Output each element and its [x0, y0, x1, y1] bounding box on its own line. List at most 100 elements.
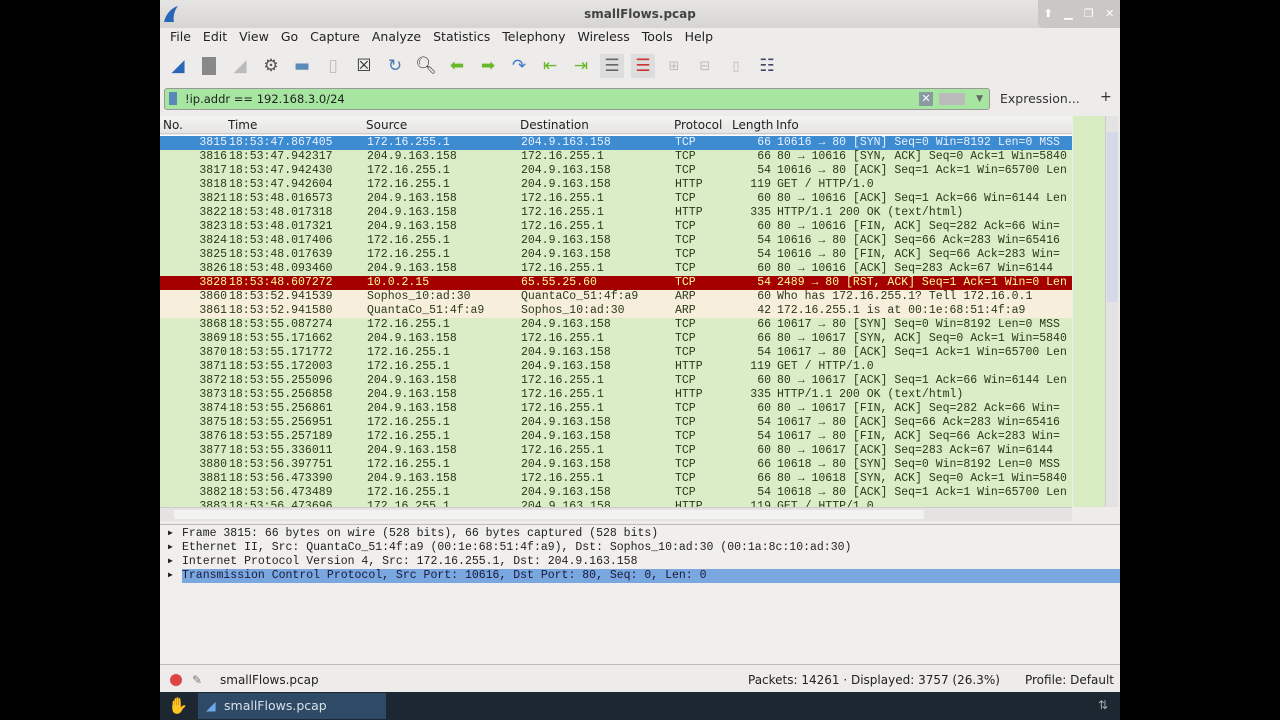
- packet-row[interactable]: 3818 18:53:47.942604 172.16.255.1 204.9.163…: [160, 178, 1072, 192]
- colorize-icon[interactable]: ☰: [631, 54, 655, 78]
- keep-above-icon[interactable]: ⬆: [1044, 0, 1053, 28]
- packet-row[interactable]: 3823 18:53:48.017321 204.9.163.158 172.16.2…: [160, 220, 1072, 234]
- column-header-destination[interactable]: Destination: [520, 116, 589, 134]
- packet-row[interactable]: 3860 18:53:52.941539 Sophos_10:ad:30 Quanta…: [160, 290, 1072, 304]
- start-capture-icon[interactable]: ◢: [166, 54, 190, 78]
- packet-row[interactable]: 3873 18:53:55.256858 204.9.163.158 172.16.2…: [160, 388, 1072, 402]
- menu-statistics[interactable]: Statistics: [427, 28, 496, 48]
- zoom-out-icon[interactable]: ⊟: [693, 54, 717, 78]
- packet-row[interactable]: 3869 18:53:55.171662 204.9.163.158 172.16.2…: [160, 332, 1072, 346]
- close-icon[interactable]: ✕: [1105, 0, 1114, 28]
- packet-row[interactable]: 3822 18:53:48.017318 204.9.163.158 172.16.2…: [160, 206, 1072, 220]
- capture-comment-icon[interactable]: ✎: [192, 668, 202, 692]
- first-packet-icon[interactable]: ⇤: [538, 54, 562, 78]
- packet-destination: 172.16.255.1: [521, 206, 604, 219]
- column-header-source[interactable]: Source: [366, 116, 407, 134]
- menu-telephony[interactable]: Telephony: [496, 28, 571, 48]
- open-file-icon[interactable]: ▬: [290, 54, 314, 78]
- menu-analyze[interactable]: Analyze: [366, 28, 427, 48]
- packet-list[interactable]: 3815 18:53:47.867405 172.16.255.1 204.9.163…: [160, 135, 1072, 507]
- packet-list-vertical-scrollbar[interactable]: [1105, 116, 1118, 507]
- menu-file[interactable]: File: [164, 28, 197, 48]
- packet-destination: 172.16.255.1: [521, 374, 604, 387]
- packet-row[interactable]: 3816 18:53:47.942317 204.9.163.158 172.16.2…: [160, 150, 1072, 164]
- expand-arrow-icon[interactable]: ▶: [168, 555, 173, 569]
- reload-file-icon[interactable]: ↻: [383, 54, 407, 78]
- column-header-length[interactable]: Length: [732, 116, 773, 134]
- network-icon[interactable]: ⇅: [1098, 698, 1108, 712]
- detail-tree-item[interactable]: ▶ Transmission Control Protocol, Src Port…: [160, 569, 1120, 583]
- packet-details-pane[interactable]: ▶ Frame 3815: 66 bytes on wire (528 bits)…: [160, 524, 1120, 665]
- menu-capture[interactable]: Capture: [304, 28, 366, 48]
- packet-row[interactable]: 3828 18:53:48.607272 10.0.2.15 65.55.25.60 T…: [160, 276, 1072, 290]
- maximize-icon[interactable]: ❐: [1084, 0, 1094, 28]
- expand-arrow-icon[interactable]: ▶: [168, 527, 173, 541]
- expand-arrow-icon[interactable]: ▶: [168, 541, 173, 555]
- taskbar-window-button[interactable]: ◢ smallFlows.pcap: [198, 693, 386, 719]
- normal-size-icon[interactable]: ▯: [724, 54, 748, 78]
- packet-row[interactable]: 3883 18:53:56.473696 172.16.255.1 204.9.163…: [160, 500, 1072, 507]
- menu-tools[interactable]: Tools: [636, 28, 679, 48]
- column-header-protocol[interactable]: Protocol: [674, 116, 722, 134]
- add-filter-button[interactable]: +: [1100, 89, 1112, 105]
- packet-row[interactable]: 3825 18:53:48.017639 172.16.255.1 204.9.163…: [160, 248, 1072, 262]
- packet-row[interactable]: 3815 18:53:47.867405 172.16.255.1 204.9.163…: [160, 136, 1072, 150]
- packet-row[interactable]: 3872 18:53:55.255096 204.9.163.158 172.16.2…: [160, 374, 1072, 388]
- close-file-icon[interactable]: ☒: [352, 54, 376, 78]
- minimize-icon[interactable]: ▁: [1064, 0, 1072, 28]
- resize-columns-icon[interactable]: ☷: [755, 54, 779, 78]
- packet-row[interactable]: 3877 18:53:55.336011 204.9.163.158 172.16.2…: [160, 444, 1072, 458]
- column-header-time[interactable]: Time: [228, 116, 257, 134]
- packet-info: 10617 → 80 [SYN] Seq=0 Win=8192 Len=0 MS…: [777, 318, 1060, 331]
- column-header-info[interactable]: Info: [776, 116, 799, 134]
- packet-row[interactable]: 3880 18:53:56.397751 172.16.255.1 204.9.163…: [160, 458, 1072, 472]
- menu-edit[interactable]: Edit: [197, 28, 233, 48]
- packet-row[interactable]: 3826 18:53:48.093460 204.9.163.158 172.16.2…: [160, 262, 1072, 276]
- menu-go[interactable]: Go: [275, 28, 304, 48]
- expand-arrow-icon[interactable]: ▶: [168, 569, 173, 583]
- packet-minimap[interactable]: [1073, 116, 1105, 507]
- packet-list-horizontal-scrollbar[interactable]: [160, 507, 1072, 521]
- packet-row[interactable]: 3868 18:53:55.087274 172.16.255.1 204.9.163…: [160, 318, 1072, 332]
- detail-tree-item[interactable]: ▶ Ethernet II, Src: QuantaCo_51:4f:a9 (00…: [160, 541, 1120, 555]
- packet-row[interactable]: 3817 18:53:47.942430 172.16.255.1 204.9.163…: [160, 164, 1072, 178]
- autoscroll-icon[interactable]: ☰: [600, 54, 624, 78]
- bookmark-icon[interactable]: [169, 92, 177, 105]
- packet-row[interactable]: 3824 18:53:48.017406 172.16.255.1 204.9.163…: [160, 234, 1072, 248]
- detail-tree-item[interactable]: ▶ Frame 3815: 66 bytes on wire (528 bits)…: [160, 527, 1120, 541]
- menu-help[interactable]: Help: [679, 28, 720, 48]
- scrollbar-thumb[interactable]: [1107, 132, 1118, 302]
- expression-button[interactable]: Expression...: [1000, 91, 1080, 106]
- packet-row[interactable]: 3881 18:53:56.473390 204.9.163.158 172.16.2…: [160, 472, 1072, 486]
- display-filter-input[interactable]: !ip.addr == 192.168.3.0/24 ✕ ▼: [164, 88, 990, 110]
- packet-row[interactable]: 3874 18:53:55.256861 204.9.163.158 172.16.2…: [160, 402, 1072, 416]
- detail-tree-item[interactable]: ▶ Internet Protocol Version 4, Src: 172.1…: [160, 555, 1120, 569]
- packet-row[interactable]: 3871 18:53:55.172003 172.16.255.1 204.9.163…: [160, 360, 1072, 374]
- zoom-in-icon[interactable]: ⊞: [662, 54, 686, 78]
- profile-label[interactable]: Profile: Default: [1025, 668, 1114, 692]
- packet-row[interactable]: 3821 18:53:48.016573 204.9.163.158 172.16.2…: [160, 192, 1072, 206]
- packet-row[interactable]: 3882 18:53:56.473489 172.16.255.1 204.9.163…: [160, 486, 1072, 500]
- restart-capture-icon[interactable]: ◢: [228, 54, 252, 78]
- go-forward-icon[interactable]: ➡: [476, 54, 500, 78]
- packet-row[interactable]: 3875 18:53:55.256951 172.16.255.1 204.9.163…: [160, 416, 1072, 430]
- apply-filter-icon[interactable]: [939, 93, 965, 105]
- scrollbar-thumb[interactable]: [174, 510, 924, 519]
- packet-row[interactable]: 3861 18:53:52.941580 QuantaCo_51:4f:a9 Soph…: [160, 304, 1072, 318]
- menu-wireless[interactable]: Wireless: [571, 28, 635, 48]
- find-packet-icon[interactable]: 🔍︎: [414, 54, 438, 78]
- packet-row[interactable]: 3876 18:53:55.257189 172.16.255.1 204.9.163…: [160, 430, 1072, 444]
- expert-info-icon[interactable]: [170, 674, 182, 686]
- save-file-icon[interactable]: ▯: [321, 54, 345, 78]
- menu-view[interactable]: View: [233, 28, 275, 48]
- go-to-packet-icon[interactable]: ↷: [507, 54, 531, 78]
- go-back-icon[interactable]: ⬅: [445, 54, 469, 78]
- capture-options-icon[interactable]: ⚙: [259, 54, 283, 78]
- column-header-no[interactable]: No.: [163, 116, 183, 134]
- stop-capture-icon[interactable]: [197, 54, 221, 78]
- filter-history-dropdown-icon[interactable]: ▼: [976, 89, 983, 109]
- packet-row[interactable]: 3870 18:53:55.171772 172.16.255.1 204.9.163…: [160, 346, 1072, 360]
- last-packet-icon[interactable]: ⇥: [569, 54, 593, 78]
- clear-filter-icon[interactable]: ✕: [919, 92, 933, 106]
- start-menu-icon[interactable]: ✋: [168, 696, 188, 715]
